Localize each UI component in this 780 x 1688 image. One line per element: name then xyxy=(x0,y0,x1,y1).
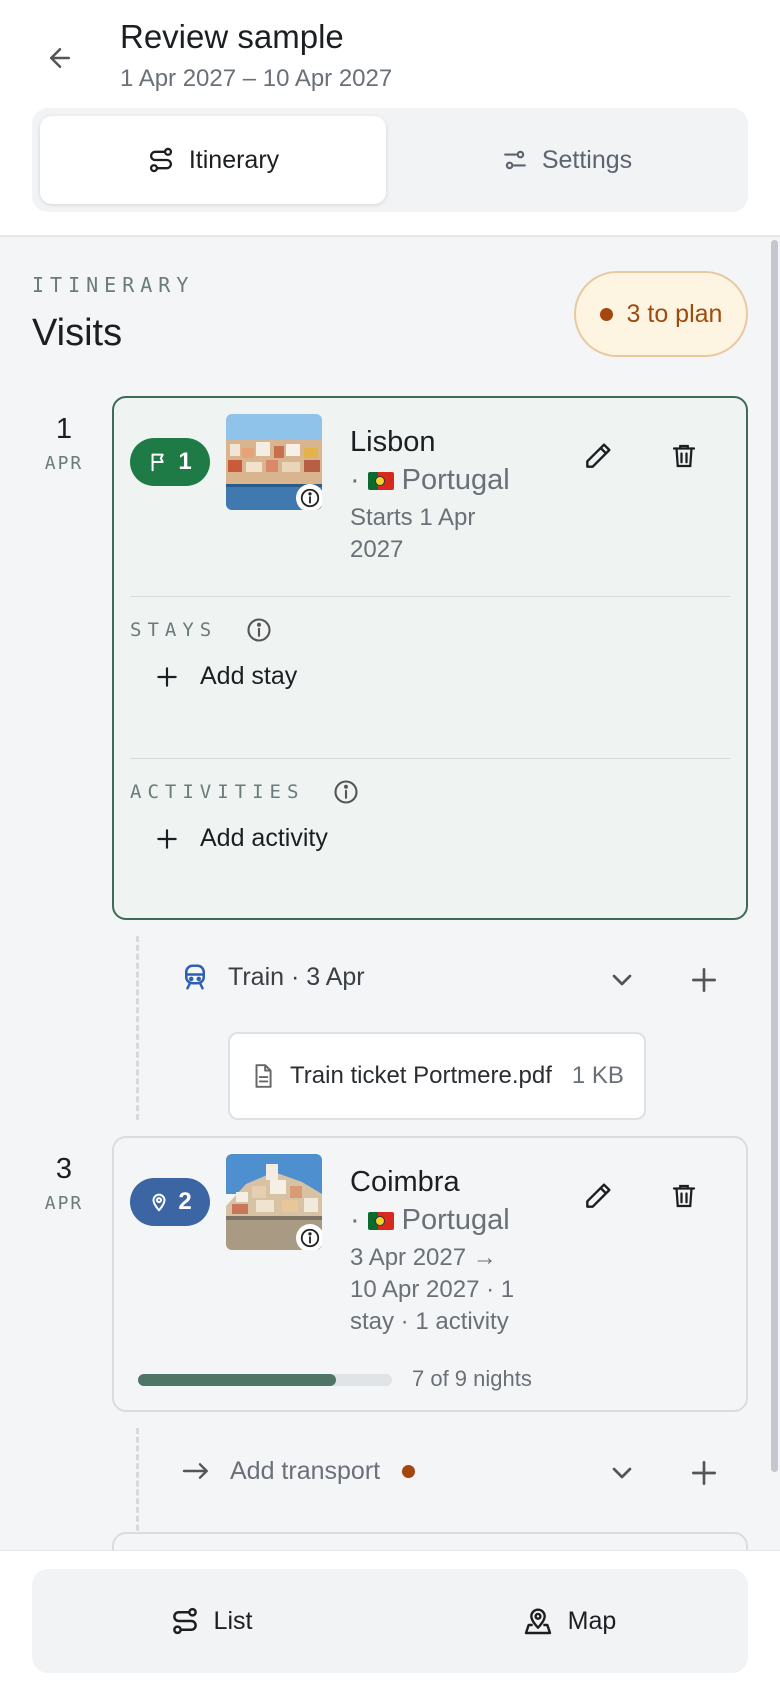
arrow-right-icon xyxy=(182,1463,208,1479)
section-label: ITINERARY xyxy=(32,273,195,297)
trash-icon xyxy=(672,444,696,468)
bottom-bar: List Map xyxy=(0,1550,780,1688)
city-name: Lisbon xyxy=(350,426,436,458)
transport-row-train[interactable]: Train · 3 Apr xyxy=(180,962,365,992)
activities-label: ACTIVITIES xyxy=(130,778,360,806)
to-plan-label: 3 to plan xyxy=(626,299,723,328)
country-label: Portugal xyxy=(401,1204,510,1236)
nights-progress-bar xyxy=(138,1374,392,1386)
add-transport-plus-icon[interactable] xyxy=(688,1457,720,1489)
app-header: Review sample 1 Apr 2027 – 10 Apr 2027 I… xyxy=(0,0,780,237)
city-photo[interactable] xyxy=(226,414,322,510)
nights-count: 7 of 9 nights xyxy=(412,1366,532,1391)
activities-heading: ACTIVITIES xyxy=(130,781,305,803)
visit-card-coimbra[interactable]: 2 Coimbra · Portugal 3 Apr 2027 → 10 Apr… xyxy=(112,1136,748,1412)
back-button[interactable] xyxy=(38,36,82,80)
visit-card-lisbon[interactable]: 1 Lisbon · Portugal Starts 1 Apr 2027 ST… xyxy=(112,396,748,920)
info-icon[interactable] xyxy=(332,778,360,806)
route-icon xyxy=(172,1607,197,1635)
to-plan-badge[interactable]: 3 to plan xyxy=(574,271,748,357)
visit-subtitle: Starts 1 Apr 2027 xyxy=(350,504,476,563)
visit-month: APR xyxy=(44,1193,84,1214)
warning-dot-icon xyxy=(402,1464,416,1478)
timeline-rail xyxy=(136,1428,139,1548)
map-pin-icon xyxy=(152,1193,166,1212)
arrow-left-icon xyxy=(50,48,70,68)
delete-button[interactable] xyxy=(660,432,708,480)
flag-icon xyxy=(151,453,164,472)
add-transport-plus-icon[interactable] xyxy=(688,964,720,996)
trip-dates: 1 Apr 2027 – 10 Apr 2027 xyxy=(120,65,393,92)
nav-map-button[interactable]: Map xyxy=(390,1569,748,1673)
add-activity-label: Add activity xyxy=(200,824,328,852)
badge-number: 2 xyxy=(178,1188,192,1215)
pencil-icon xyxy=(586,443,611,468)
trash-icon xyxy=(672,1184,696,1208)
separator-dot: · xyxy=(350,464,360,496)
card-divider xyxy=(130,758,730,759)
info-icon xyxy=(300,488,320,508)
tab-label: Itinerary xyxy=(188,145,280,174)
nav-label: Map xyxy=(567,1606,617,1635)
separator-dot: · xyxy=(350,1204,360,1236)
visit-order-badge: 2 xyxy=(130,1178,210,1226)
sliders-icon xyxy=(503,150,526,170)
add-stay-button[interactable]: Add stay xyxy=(154,662,297,691)
document-icon xyxy=(255,1064,272,1088)
edit-button[interactable] xyxy=(574,1172,622,1220)
plus-icon xyxy=(157,828,177,849)
train-icon xyxy=(185,964,205,990)
info-icon[interactable] xyxy=(245,616,273,644)
route-icon xyxy=(149,147,172,173)
country-name: · Portugal xyxy=(350,464,510,497)
portugal-flag-icon xyxy=(367,1211,394,1230)
nav-list-button[interactable]: List xyxy=(32,1569,390,1673)
visit-day: 1 xyxy=(55,413,73,445)
warning-dot-icon xyxy=(599,307,613,321)
pencil-icon xyxy=(586,1183,611,1208)
add-activity-button[interactable]: Add activity xyxy=(154,824,328,853)
bottom-nav: List Map xyxy=(32,1569,748,1673)
transport-label: Train · 3 Apr xyxy=(228,962,365,991)
photo-info-button[interactable] xyxy=(296,484,322,510)
tab-label: Settings xyxy=(541,145,633,174)
transport-label: Add transport xyxy=(230,1456,381,1485)
scrollbar-thumb[interactable] xyxy=(771,240,778,1472)
stays-label: STAYS xyxy=(130,616,273,644)
badge-number: 1 xyxy=(178,448,192,475)
visit-month: APR xyxy=(44,453,84,474)
info-icon xyxy=(300,1228,320,1248)
country-name: · Portugal xyxy=(350,1204,510,1237)
plus-icon xyxy=(157,666,177,687)
timeline-rail xyxy=(136,936,139,1120)
photo-info-button[interactable] xyxy=(296,1224,322,1250)
city-photo[interactable] xyxy=(226,1154,322,1250)
chevron-down-icon[interactable] xyxy=(606,1457,638,1489)
attachment-file[interactable]: Train ticket Portmere.pdf 1 KB xyxy=(228,1032,646,1120)
chevron-down-icon[interactable] xyxy=(606,964,638,996)
delete-button[interactable] xyxy=(660,1172,708,1220)
visit-subtitle: 3 Apr 2027 → 10 Apr 2027 · 1 stay · 1 ac… xyxy=(350,1244,515,1335)
add-stay-label: Add stay xyxy=(200,662,298,690)
nav-label: List xyxy=(213,1606,253,1635)
tab-settings[interactable]: Settings xyxy=(394,116,740,204)
add-transport-row[interactable]: Add transport xyxy=(180,1455,416,1487)
country-label: Portugal xyxy=(401,464,510,496)
edit-button[interactable] xyxy=(574,432,622,480)
page-title: Review sample xyxy=(120,18,344,55)
tab-itinerary[interactable]: Itinerary xyxy=(40,116,386,204)
file-name: Train ticket Portmere.pdf xyxy=(290,1062,552,1089)
view-tabs: Itinerary Settings xyxy=(32,108,748,212)
map-pin-icon xyxy=(524,1608,551,1635)
visit-order-badge: 1 xyxy=(130,438,210,486)
stays-heading: STAYS xyxy=(130,619,218,641)
progress-fill xyxy=(138,1374,337,1386)
city-name: Coimbra xyxy=(350,1166,460,1198)
portugal-flag-icon xyxy=(367,471,394,490)
visit-day: 3 xyxy=(55,1153,73,1185)
section-title: Visits xyxy=(32,312,123,354)
file-size: 1 KB xyxy=(571,1062,624,1089)
card-divider xyxy=(130,596,730,597)
